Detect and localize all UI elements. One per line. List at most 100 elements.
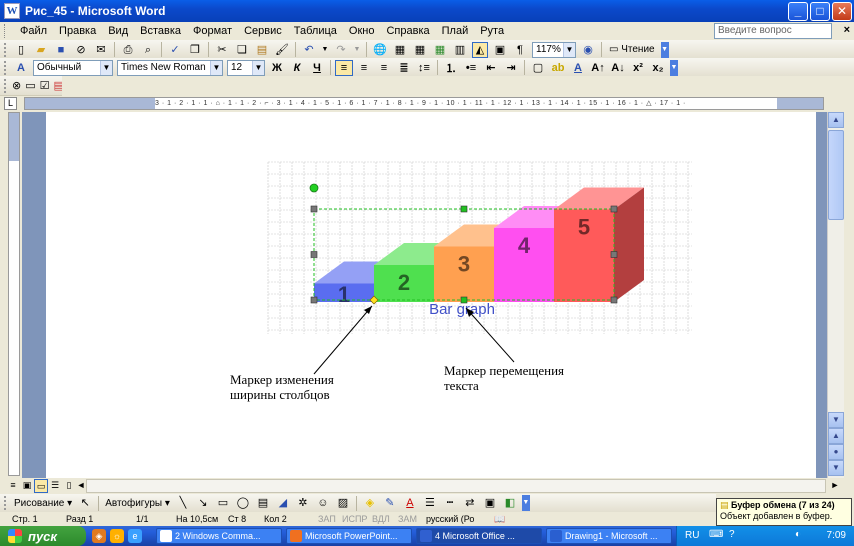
justify-icon[interactable]: ≣ bbox=[395, 60, 413, 76]
start-button[interactable]: пуск bbox=[0, 526, 86, 546]
menu-edit[interactable]: Правка bbox=[53, 22, 102, 40]
previous-page-button[interactable]: ▲ bbox=[828, 428, 844, 444]
text-box-icon[interactable]: ▤ bbox=[255, 495, 271, 511]
zoom-select[interactable]: 117% ▼ bbox=[532, 41, 576, 58]
quicklaunch-media-icon[interactable]: ◈ bbox=[92, 529, 106, 543]
menu-view[interactable]: Вид bbox=[102, 22, 134, 40]
print-icon[interactable]: ⎙ bbox=[120, 42, 136, 58]
oval-icon[interactable]: ◯ bbox=[235, 495, 251, 511]
bold-button[interactable]: Ж bbox=[268, 60, 286, 76]
line-style-icon[interactable]: ☰ bbox=[422, 495, 438, 511]
toolbar-options-icon[interactable]: ▼ bbox=[521, 495, 530, 511]
chevron-down-icon[interactable]: ▼ bbox=[563, 42, 575, 57]
resize-handle[interactable] bbox=[610, 296, 618, 304]
menu-table[interactable]: Таблица bbox=[288, 22, 343, 40]
menu-format[interactable]: Формат bbox=[187, 22, 238, 40]
menu-grip[interactable] bbox=[4, 24, 8, 38]
menu-plai[interactable]: Плай bbox=[436, 22, 475, 40]
select-objects-icon[interactable]: ↖ bbox=[77, 495, 93, 511]
help-icon[interactable]: ◉ bbox=[580, 42, 596, 58]
vertical-scrollbar[interactable]: ▲ ▼ ▲ ● ▼ bbox=[827, 112, 844, 478]
chevron-down-icon[interactable]: ▼ bbox=[210, 60, 222, 75]
resize-handle[interactable] bbox=[310, 296, 318, 304]
toolbar-options-icon[interactable]: ▼ bbox=[670, 59, 678, 76]
toolbar-grip[interactable] bbox=[4, 42, 7, 57]
quicklaunch-explorer-icon[interactable]: ☼ bbox=[110, 529, 124, 543]
undo-dropdown-icon[interactable]: ▼ bbox=[321, 42, 329, 58]
link-icon[interactable]: ⊗ bbox=[12, 78, 21, 94]
save-icon[interactable]: ■ bbox=[53, 42, 69, 58]
word-app-icon[interactable]: W bbox=[4, 3, 20, 19]
toolbar-grip[interactable] bbox=[4, 78, 6, 93]
document-close-icon[interactable]: × bbox=[844, 24, 850, 36]
diagram-icon[interactable]: ✲ bbox=[295, 495, 311, 511]
font-size-select[interactable]: 12 ▼ bbox=[227, 59, 265, 76]
status-trk[interactable]: ИСПР bbox=[342, 514, 367, 524]
underline-button[interactable]: Ч bbox=[308, 60, 326, 76]
print-layout-view-icon[interactable]: ▭ bbox=[34, 479, 48, 493]
align-right-icon[interactable]: ≡ bbox=[375, 60, 393, 76]
highlight-icon[interactable]: ab bbox=[549, 60, 567, 76]
task-drawing1[interactable]: Drawing1 - Microsoft ... bbox=[546, 528, 672, 544]
scroll-down-button[interactable]: ▼ bbox=[828, 412, 844, 428]
chevron-down-icon[interactable]: ▼ bbox=[252, 60, 264, 75]
subscript-icon[interactable]: x₂ bbox=[649, 60, 667, 76]
wordart-icon[interactable]: ◢ bbox=[275, 495, 291, 511]
rotate-handle[interactable] bbox=[309, 183, 319, 193]
resize-handle[interactable] bbox=[460, 205, 468, 213]
toolbar-grip[interactable] bbox=[4, 60, 7, 75]
quicklaunch-browser-icon[interactable]: e bbox=[128, 529, 142, 543]
spelling-status-icon[interactable]: 📖 bbox=[494, 514, 505, 525]
help-question-input[interactable]: Введите вопрос bbox=[714, 23, 832, 39]
superscript-icon[interactable]: x² bbox=[629, 60, 647, 76]
status-rec[interactable]: ЗАП bbox=[318, 514, 336, 524]
redo-dropdown-icon[interactable]: ▼ bbox=[353, 42, 361, 58]
autoshapes-menu-button[interactable]: Автофигуры ▾ bbox=[105, 498, 170, 509]
dash-style-icon[interactable]: ┅ bbox=[442, 495, 458, 511]
language-indicator[interactable]: RU bbox=[685, 530, 699, 541]
copy-icon[interactable]: ❏ bbox=[234, 42, 250, 58]
document-page[interactable]: 1 2 3 4 5 Bar graph Маркер изменения ширины с… bbox=[46, 112, 816, 478]
status-ovr[interactable]: ЗАМ bbox=[398, 514, 417, 524]
cut-icon[interactable]: ✂ bbox=[214, 42, 230, 58]
3d-icon[interactable]: ◧ bbox=[502, 495, 518, 511]
align-left-icon[interactable]: ≡ bbox=[335, 59, 353, 76]
tables-borders-icon[interactable]: ▦ bbox=[392, 42, 408, 58]
menu-insert[interactable]: Вставка bbox=[134, 22, 187, 40]
menu-window[interactable]: Окно bbox=[343, 22, 381, 40]
task-windows-commander[interactable]: 2 Windows Comma... bbox=[156, 528, 282, 544]
task-microsoft-office[interactable]: 4 Microsoft Office ... bbox=[416, 528, 542, 544]
insert-excel-icon[interactable]: ▦ bbox=[432, 42, 448, 58]
increase-indent-icon[interactable]: ⇥ bbox=[502, 60, 520, 76]
font-select[interactable]: Times New Roman ▼ bbox=[117, 59, 223, 76]
open-folder-icon[interactable]: ▰ bbox=[33, 42, 49, 58]
undo-icon[interactable]: ↶ bbox=[301, 42, 317, 58]
format-painter-icon[interactable]: 🖌 bbox=[274, 42, 290, 58]
scroll-thumb[interactable] bbox=[828, 130, 844, 220]
italic-button[interactable]: К bbox=[288, 60, 306, 76]
status-ext[interactable]: ВДЛ bbox=[372, 514, 390, 524]
network-icon[interactable]: ◐ bbox=[795, 529, 801, 540]
drawing-toggle-icon[interactable]: ◭ bbox=[472, 41, 488, 58]
horizontal-ruler[interactable]: 3 · 1 · 2 · 1 · 1 · ⌂ · 1 · 1 · 2 · ⌐ · … bbox=[24, 97, 824, 110]
toolbar-options-icon[interactable]: ▼ bbox=[660, 41, 669, 58]
font-color-icon[interactable]: A bbox=[402, 495, 418, 511]
font-color-icon[interactable]: A bbox=[569, 60, 587, 76]
chevron-down-icon[interactable]: ▼ bbox=[100, 60, 112, 75]
numbering-icon[interactable]: ⒈ bbox=[442, 60, 460, 76]
keyboard-icon[interactable]: ⌨ bbox=[709, 529, 723, 540]
decrease-indent-icon[interactable]: ⇤ bbox=[482, 60, 500, 76]
show-hide-icon[interactable]: ¶ bbox=[512, 42, 528, 58]
email-icon[interactable]: ✉ bbox=[93, 42, 109, 58]
permission-icon[interactable]: ⊘ bbox=[73, 42, 89, 58]
scroll-up-button[interactable]: ▲ bbox=[828, 112, 844, 128]
redo-icon[interactable]: ↷ bbox=[333, 42, 349, 58]
borders-icon[interactable]: ▢ bbox=[529, 60, 547, 76]
scroll-right-button[interactable]: ► bbox=[828, 479, 842, 493]
select-browse-object-button[interactable]: ● bbox=[828, 444, 844, 460]
bullets-icon[interactable]: •≡ bbox=[462, 60, 480, 76]
resize-handle[interactable] bbox=[310, 205, 318, 213]
picture-icon[interactable]: ▨ bbox=[335, 495, 351, 511]
menu-ruta[interactable]: Рута bbox=[474, 22, 510, 40]
print-preview-icon[interactable]: ⌕ bbox=[140, 42, 156, 58]
